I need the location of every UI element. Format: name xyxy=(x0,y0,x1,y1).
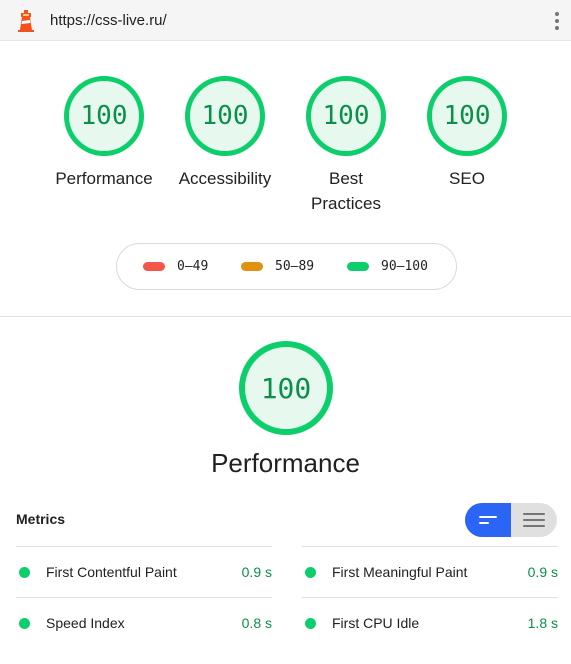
gauge-score: 100 xyxy=(322,101,370,131)
pass-swatch xyxy=(347,262,369,271)
metric-value: 0.9 s xyxy=(241,564,272,580)
fail-swatch xyxy=(143,262,165,271)
gauge-label: Best Practices xyxy=(311,169,381,213)
metrics-heading: Metrics xyxy=(16,511,66,527)
metric-value: 0.8 s xyxy=(241,615,272,631)
gauge-performance[interactable]: 100 Performance xyxy=(44,76,164,191)
legend-item-fail: 0–49 xyxy=(143,259,208,274)
performance-score-gauge: 100 xyxy=(239,341,333,435)
legend-item-average: 50–89 xyxy=(241,259,314,274)
average-swatch xyxy=(241,262,263,271)
score-ring: 100 xyxy=(427,76,507,156)
gauge-seo[interactable]: 100 SEO xyxy=(407,76,527,191)
metric-name: Speed Index xyxy=(46,615,125,631)
score-ring: 100 xyxy=(64,76,144,156)
metric-first-contentful-paint: First Contentful Paint 0.9 s xyxy=(16,546,272,597)
gauge-label: SEO xyxy=(449,169,485,188)
gauge-label: Accessibility xyxy=(178,169,272,188)
legend-item-pass: 90–100 xyxy=(347,259,428,274)
compact-view-icon[interactable] xyxy=(465,503,511,537)
metric-value: 0.9 s xyxy=(527,564,558,580)
legend-range: 50–89 xyxy=(275,259,315,274)
score-legend: 0–49 50–89 90–100 xyxy=(116,243,457,290)
category-title: Performance xyxy=(211,448,360,478)
gauge-score: 100 xyxy=(80,101,128,131)
score-ring: 100 xyxy=(306,76,386,156)
lighthouse-icon xyxy=(18,10,34,32)
metric-value: 1.8 s xyxy=(527,615,558,631)
metric-first-meaningful-paint: First Meaningful Paint 0.9 s xyxy=(302,546,558,597)
metric-name: First Contentful Paint xyxy=(46,564,177,580)
gauge-score: 100 xyxy=(201,101,249,131)
pass-dot-icon xyxy=(305,567,316,578)
top-bar: https://css-live.ru/ xyxy=(0,0,571,41)
more-vert-icon[interactable] xyxy=(550,9,564,33)
pass-dot-icon xyxy=(19,618,30,629)
score-ring: 100 xyxy=(185,76,265,156)
performance-score: 100 xyxy=(260,371,312,405)
metric-name: First CPU Idle xyxy=(332,615,420,631)
gauge-label: Performance xyxy=(55,169,153,188)
metric-name: First Meaningful Paint xyxy=(332,564,468,580)
gauge-accessibility[interactable]: 100 Accessibility xyxy=(165,76,285,191)
gauge-score: 100 xyxy=(443,101,491,131)
pass-dot-icon xyxy=(305,618,316,629)
metrics-view-toggle[interactable] xyxy=(465,503,557,537)
page-url: https://css-live.ru/ xyxy=(50,12,167,29)
metric-first-cpu-idle: First CPU Idle 1.8 s xyxy=(302,597,558,648)
legend-range: 0–49 xyxy=(177,259,209,274)
legend-range: 90–100 xyxy=(381,259,428,274)
gauge-best-practices[interactable]: 100 Best Practices xyxy=(286,76,406,216)
metric-speed-index: Speed Index 0.8 s xyxy=(16,597,272,648)
pass-dot-icon xyxy=(19,567,30,578)
expanded-view-icon[interactable] xyxy=(511,503,557,537)
section-divider xyxy=(0,316,571,317)
